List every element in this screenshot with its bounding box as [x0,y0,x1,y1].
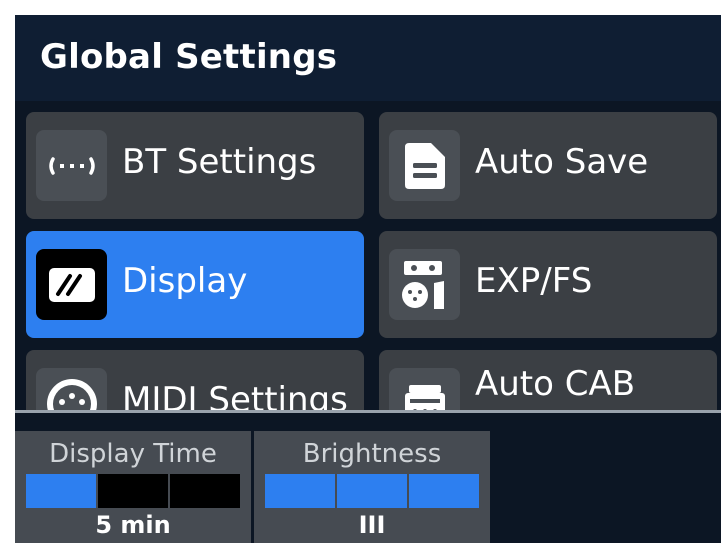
tile-label: Display [122,261,248,301]
param-display-time[interactable]: Display Time 5 min [15,431,251,543]
header-bar: Global Settings [15,15,721,101]
tile-midi-settings[interactable]: MIDI Settings [26,350,364,411]
bluetooth-icon [36,130,107,201]
tile-label: EXP/FS [475,261,593,301]
param-brightness[interactable]: Brightness III [254,431,490,543]
device-screen: Global Settings BT Settings Auto Save Di… [15,15,721,543]
save-document-icon [389,130,460,201]
cabinet-icon [389,368,460,411]
page-title: Global Settings [40,37,338,77]
param-value: III [358,511,386,539]
expression-footswitch-icon [389,249,460,320]
settings-grid: BT Settings Auto Save Display EXP/FS MID… [15,101,721,411]
tile-label: BT Settings [122,142,317,182]
midi-icon [36,368,107,411]
parameter-bar: Display Time 5 min Brightness III [15,413,721,543]
tile-display[interactable]: Display [26,231,364,338]
tile-exp-fs[interactable]: EXP/FS [379,231,717,338]
tile-auto-save[interactable]: Auto Save [379,112,717,219]
display-icon [36,249,107,320]
level-segment [337,474,407,508]
param-value: 5 min [95,511,171,539]
tile-label: Auto Save [475,142,649,182]
level-segment [409,474,479,508]
level-segment [265,474,335,508]
param-label: Brightness [302,439,442,469]
tile-label: Auto CAB [475,364,636,404]
level-segment [98,474,168,508]
param-label: Display Time [49,439,217,469]
level-segment [26,474,96,508]
tile-label: MIDI Settings [122,380,348,411]
tile-bt-settings[interactable]: BT Settings [26,112,364,219]
level-segment [170,474,240,508]
tile-auto-cab[interactable]: Auto CAB [379,350,717,411]
